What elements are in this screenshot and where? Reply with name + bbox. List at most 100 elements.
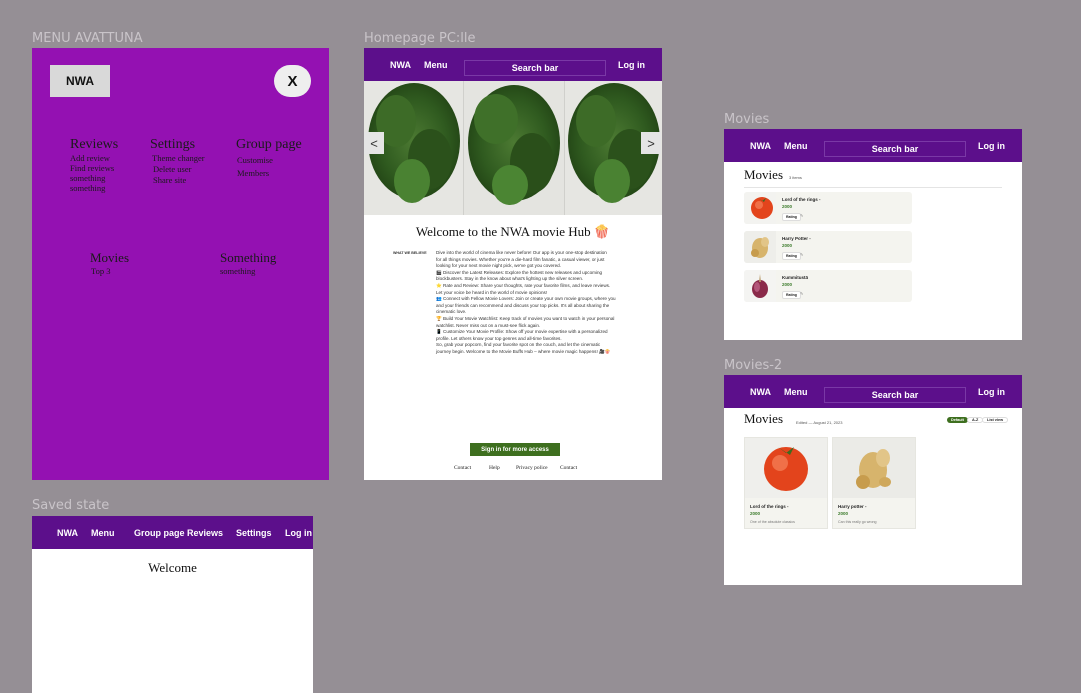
nav-menu[interactable]: Menu bbox=[91, 528, 115, 538]
edit-icon[interactable]: ✎ bbox=[800, 291, 803, 296]
intro-line: blockbusters. Stay in the know about wha… bbox=[436, 276, 584, 282]
ginger-thumbnail bbox=[744, 231, 776, 263]
nav-login[interactable]: Log in bbox=[978, 387, 1005, 397]
menu-item[interactable]: Customise bbox=[237, 155, 302, 165]
tomato-image bbox=[745, 438, 827, 498]
menu-column-title[interactable]: Group page bbox=[236, 137, 302, 153]
nav-login[interactable]: Log in bbox=[978, 141, 1005, 151]
menu-item[interactable]: Top 3 bbox=[91, 266, 129, 276]
menu-column-title[interactable]: Settings bbox=[150, 137, 205, 153]
intro-line: 🎬 Discover the Latest Releases: Explore … bbox=[436, 269, 603, 275]
menu-item[interactable]: Theme changer bbox=[152, 153, 205, 163]
footer-contact[interactable]: Contact bbox=[454, 465, 471, 471]
intro-line: 📱 Customize Your Movie Profile: Show off… bbox=[436, 329, 608, 335]
nav-menu[interactable]: Menu bbox=[424, 60, 448, 70]
leafy-greens-image bbox=[364, 81, 662, 215]
menu-item[interactable]: something bbox=[70, 173, 118, 183]
menu-column-settings: Settings Theme changer Delete user Share… bbox=[150, 137, 205, 185]
welcome-heading: Welcome bbox=[148, 560, 197, 575]
movie-description: Can this really go wrong bbox=[838, 520, 877, 524]
filter-default[interactable]: Default bbox=[947, 417, 968, 423]
filter-list-view[interactable]: List view bbox=[982, 417, 1009, 423]
movie-list-item[interactable]: Kummitustä 2000 Rating ✎ bbox=[744, 270, 912, 302]
intro-line: profile. Let others know your top genres… bbox=[436, 335, 562, 341]
search-input[interactable]: Search bar bbox=[824, 387, 966, 403]
footer-help[interactable]: Help bbox=[489, 465, 500, 471]
nav-login[interactable]: Log in bbox=[618, 60, 645, 70]
onion-thumbnail bbox=[744, 270, 776, 302]
movie-card[interactable]: Lord of the rings - 2000 One of the abso… bbox=[744, 437, 828, 529]
rating-button[interactable]: Rating bbox=[782, 213, 801, 221]
menu-item[interactable]: Share site bbox=[153, 175, 205, 185]
nav-brand[interactable]: NWA bbox=[750, 141, 771, 151]
frame-label-movies2: Movies-2 bbox=[724, 358, 783, 373]
movies-2-frame: NWA Menu Search bar Log in Movies Edited… bbox=[724, 375, 1022, 585]
homepage-frame: NWA Menu Search bar Log in < > Welcome t… bbox=[364, 48, 662, 480]
movie-title: Harry potter - bbox=[838, 504, 867, 509]
search-input[interactable]: Search bar bbox=[824, 141, 966, 157]
nav-group-page[interactable]: Group page bbox=[134, 528, 185, 538]
nav-menu[interactable]: Menu bbox=[784, 141, 808, 151]
carousel-prev-button[interactable]: < bbox=[364, 132, 384, 154]
movies-title: Movies bbox=[744, 411, 783, 426]
edited-date: Edited — August 21, 2023 bbox=[796, 420, 843, 425]
movie-card[interactable]: Harry potter - 2000 Can this really go w… bbox=[832, 437, 916, 529]
menu-item[interactable]: something bbox=[220, 266, 276, 276]
frame-label-home: Homepage PC:lle bbox=[364, 31, 476, 46]
menu-item[interactable]: Delete user bbox=[153, 164, 205, 174]
nav-reviews[interactable]: Reviews bbox=[187, 528, 223, 538]
movie-title: Lord of the rings - bbox=[750, 504, 789, 509]
menu-item[interactable]: something bbox=[70, 183, 118, 193]
menu-column-title[interactable]: Something bbox=[220, 250, 276, 266]
ginger-image bbox=[833, 438, 915, 498]
intro-line: looking for your next movie night pick, … bbox=[436, 263, 561, 269]
movie-title: Kummitustä bbox=[782, 275, 809, 280]
menu-column-movies: Movies Top 3 bbox=[90, 250, 129, 276]
intro-line: journey begin. Welcome to the Movie Buff… bbox=[436, 348, 611, 354]
navbar: NWA Menu Search bar Log in bbox=[724, 129, 1022, 162]
carousel-next-button[interactable]: > bbox=[641, 132, 661, 154]
movie-description: One of the absolute classics bbox=[750, 520, 795, 524]
items-count: 3 items bbox=[789, 175, 802, 180]
menu-open-frame: NWA X Reviews Add review Find reviews so… bbox=[32, 48, 329, 480]
hero-carousel[interactable]: < > bbox=[364, 81, 662, 215]
nav-brand[interactable]: NWA bbox=[750, 387, 771, 397]
sign-in-button[interactable]: Sign in for more access bbox=[470, 443, 560, 456]
navbar: NWA Menu Search bar Log in bbox=[364, 48, 662, 81]
nav-menu[interactable]: Menu bbox=[784, 387, 808, 397]
menu-item[interactable]: Add review bbox=[70, 153, 118, 163]
nav-login[interactable]: Log in bbox=[285, 528, 312, 538]
tomato-thumbnail bbox=[744, 192, 776, 224]
footer-contact-2[interactable]: Contact bbox=[560, 465, 577, 471]
intro-line: ⭐ Rate and Review: Share your thoughts, … bbox=[436, 282, 611, 288]
menu-column-title[interactable]: Movies bbox=[90, 250, 129, 266]
search-input[interactable]: Search bar bbox=[464, 60, 606, 76]
menu-logo[interactable]: NWA bbox=[50, 65, 110, 97]
filter-az[interactable]: A-Z bbox=[967, 417, 984, 423]
navbar: NWA Menu Group page Reviews Settings Log… bbox=[32, 516, 313, 549]
movie-list-item[interactable]: Lord of the rings - 2000 Rating ✎ bbox=[744, 192, 912, 224]
movie-list-item[interactable]: Harry Potter - 2000 Rating ✎ bbox=[744, 231, 912, 263]
side-label: WHAT WE BELIEVE bbox=[393, 251, 427, 255]
frame-label-saved: Saved state bbox=[32, 498, 110, 513]
intro-line: 🏆 Build Your Movie Watchlist: Keep track… bbox=[436, 315, 615, 321]
rating-button[interactable]: Rating bbox=[782, 252, 801, 260]
footer-privacy[interactable]: Privacy police bbox=[516, 465, 548, 471]
intro-line: cinematic love. bbox=[436, 309, 467, 315]
edit-icon[interactable]: ✎ bbox=[800, 213, 803, 218]
intro-line: Let your voice be heard in the world of … bbox=[436, 289, 548, 295]
menu-item[interactable]: Members bbox=[237, 168, 302, 178]
menu-column-title[interactable]: Reviews bbox=[70, 137, 118, 153]
movie-year: 2000 bbox=[782, 204, 793, 209]
edit-icon[interactable]: ✎ bbox=[800, 252, 803, 257]
nav-brand[interactable]: NWA bbox=[390, 60, 411, 70]
rating-button[interactable]: Rating bbox=[782, 291, 801, 299]
intro-line: and your friends can recommend and discu… bbox=[436, 302, 610, 308]
intro-line: So, grab your popcorn, find your favorit… bbox=[436, 342, 601, 348]
close-button[interactable]: X bbox=[274, 65, 311, 97]
menu-column-group: Group page Customise Members bbox=[236, 137, 302, 178]
nav-brand[interactable]: NWA bbox=[57, 528, 78, 538]
movie-year: 2000 bbox=[782, 243, 793, 248]
menu-item[interactable]: Find reviews bbox=[70, 163, 118, 173]
nav-settings[interactable]: Settings bbox=[236, 528, 272, 538]
